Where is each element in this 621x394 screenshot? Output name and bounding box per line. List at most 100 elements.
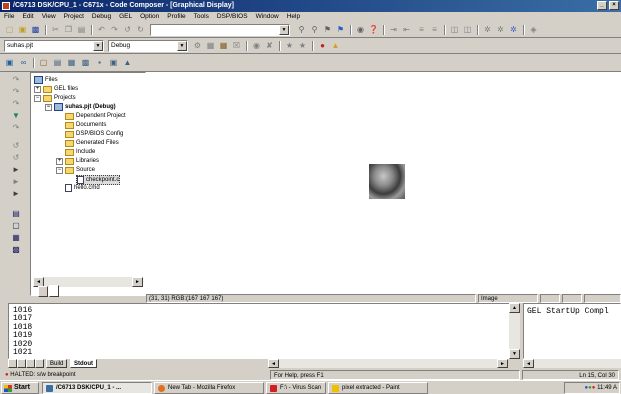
graphical-display[interactable]	[146, 72, 621, 294]
stop-build-icon[interactable]: ☒	[231, 41, 242, 51]
expand-icon[interactable]: +	[56, 157, 63, 165]
restart-icon[interactable]: ►	[10, 176, 22, 187]
tree-node-documents[interactable]: Documents	[65, 121, 106, 129]
window-tile-icon[interactable]: ◫	[449, 25, 460, 35]
tree-node-libraries[interactable]: + Libraries	[56, 157, 99, 165]
tab-next-icon[interactable]	[26, 359, 35, 368]
step-into-icon[interactable]: ↷	[10, 86, 22, 97]
project-view-icon[interactable]: ▣	[4, 58, 15, 68]
task-firefox[interactable]: New Tab - Mozilla Firefox	[154, 382, 264, 394]
indent-icon[interactable]: ⇥	[388, 25, 399, 35]
find-in-files-icon[interactable]: ⚲	[309, 25, 320, 35]
tab-stdout[interactable]: Stdout	[70, 359, 97, 368]
go-main-icon[interactable]: ►	[10, 188, 22, 199]
load-program-icon[interactable]: ◉	[251, 41, 262, 51]
reload-icon[interactable]: ✘	[264, 41, 275, 51]
watch-window-icon[interactable]: ▦	[10, 232, 22, 243]
tab-prev-icon[interactable]	[17, 359, 26, 368]
cut-icon[interactable]: ✂	[50, 25, 61, 35]
call-stack-icon[interactable]: ▩	[10, 244, 22, 255]
tree-node-projects[interactable]: − Projects	[34, 94, 76, 102]
task-code-composer[interactable]: /C6713 DSK/CPU_1 - ...	[42, 382, 152, 394]
halt-icon[interactable]: ↺	[10, 140, 22, 151]
tree-node-gel-files[interactable]: + GEL files	[34, 85, 78, 93]
redo-icon[interactable]: ↷	[109, 25, 120, 35]
expand-icon[interactable]: +	[34, 85, 41, 93]
menu-profile[interactable]: Profile	[163, 12, 189, 22]
undo-icon[interactable]: ↶	[96, 25, 107, 35]
probe-point-icon[interactable]: ★	[284, 41, 295, 51]
breakpoint-icon[interactable]: ◈	[528, 25, 539, 35]
tree-node-include[interactable]: Include	[65, 148, 95, 156]
menu-project[interactable]: Project	[60, 12, 88, 22]
step-over-icon[interactable]: ✲	[495, 25, 506, 35]
step-out-icon[interactable]: ✲	[508, 25, 519, 35]
scroll-left-icon[interactable]: ◄	[523, 359, 534, 368]
collapse-icon[interactable]: −	[34, 94, 41, 102]
compile-icon[interactable]: ⚙	[192, 41, 203, 51]
menu-debug[interactable]: Debug	[88, 12, 115, 22]
menu-option[interactable]: Option	[136, 12, 163, 22]
tree-node-dspbios[interactable]: DSP/BIOS Config	[65, 130, 123, 138]
start-button[interactable]: Start	[1, 382, 39, 394]
binoculars-icon[interactable]: ◉	[355, 25, 366, 35]
scroll-up-icon[interactable]: ▲	[509, 303, 520, 313]
output-hscroll[interactable]: ◄ ►	[268, 359, 508, 368]
tab-build[interactable]: Build	[46, 359, 68, 368]
disassembly-icon[interactable]: ▩	[80, 58, 91, 68]
menu-edit[interactable]: Edit	[18, 12, 37, 22]
minimize-button[interactable]: _	[597, 1, 607, 10]
run-icon[interactable]: ↷	[10, 74, 22, 85]
tab-project-view-icon[interactable]	[49, 285, 59, 297]
window-cascade-icon[interactable]: ◫	[462, 25, 473, 35]
menu-help[interactable]: Help	[283, 12, 304, 22]
gel-hscroll[interactable]: ◄	[523, 359, 621, 368]
task-virus-scan[interactable]: F:\ - Virus Scan	[266, 382, 326, 394]
outdent-icon[interactable]: ⇤	[401, 25, 412, 35]
scroll-right-icon[interactable]: ►	[497, 359, 508, 368]
paste-icon[interactable]: ▤	[76, 25, 87, 35]
project-tree[interactable]: Files + GEL files − Projects − suhas.pjt (D…	[30, 72, 146, 296]
build-icon[interactable]: ▦	[205, 41, 216, 51]
clear-probe-icon[interactable]: ★	[297, 41, 308, 51]
register-window-icon[interactable]: ▢	[10, 220, 22, 231]
scroll-left-icon[interactable]: ◄	[268, 359, 279, 368]
toggle-breakpoint-icon[interactable]: ●	[317, 41, 328, 51]
save-icon[interactable]: ▩	[30, 25, 41, 35]
find-prev-icon[interactable]: ↺	[122, 25, 133, 35]
step-icon[interactable]: ✲	[482, 25, 493, 35]
uncomment-icon[interactable]: ≡	[429, 25, 440, 35]
menu-file[interactable]: File	[0, 12, 18, 22]
close-button[interactable]: ×	[609, 1, 619, 10]
tab-first-icon[interactable]	[8, 359, 17, 368]
tab-last-icon[interactable]	[35, 359, 44, 368]
scroll-down-icon[interactable]: ▼	[509, 349, 520, 359]
search-combo[interactable]: ▼	[150, 24, 290, 36]
tree-node-cmd[interactable]: hello.cmd	[65, 184, 100, 192]
chevron-down-icon[interactable]: ▼	[93, 41, 103, 51]
watch-icon[interactable]: ▦	[66, 58, 77, 68]
step-out-icon[interactable]: ↷	[10, 122, 22, 133]
graph-icon[interactable]: ▪	[94, 58, 105, 68]
memory-window-icon[interactable]: ▤	[10, 208, 22, 219]
image-display-icon[interactable]: ▣	[108, 58, 119, 68]
rebuild-icon[interactable]: ▦	[218, 41, 229, 51]
tree-node-generated[interactable]: Generated Files	[65, 139, 119, 147]
chevron-down-icon[interactable]: ▼	[177, 41, 187, 51]
menu-window[interactable]: Window	[252, 12, 283, 22]
run-to-cursor-icon[interactable]: ▼	[10, 110, 22, 121]
collapse-icon[interactable]: −	[45, 103, 52, 111]
find-next-icon[interactable]: ↻	[135, 25, 146, 35]
copy-icon[interactable]: ❐	[63, 25, 74, 35]
bookmark-icon[interactable]: ⚑	[322, 25, 333, 35]
help-pointer-icon[interactable]: ❓	[368, 25, 379, 35]
tree-node-dependent[interactable]: Dependent Project	[65, 112, 126, 120]
memory-icon[interactable]: ▢	[38, 58, 49, 68]
output-vscroll[interactable]: ▲ ▼	[509, 303, 520, 359]
task-paint[interactable]: pixel extracted - Paint	[328, 382, 428, 394]
analysis-icon[interactable]: ▲	[122, 58, 133, 68]
tree-node-project[interactable]: − suhas.pjt (Debug)	[45, 103, 116, 111]
open-folder-icon[interactable]: ▣	[17, 25, 28, 35]
comment-icon[interactable]: ≡	[416, 25, 427, 35]
project-combo[interactable]: suhas.pjt ▼	[4, 40, 104, 52]
